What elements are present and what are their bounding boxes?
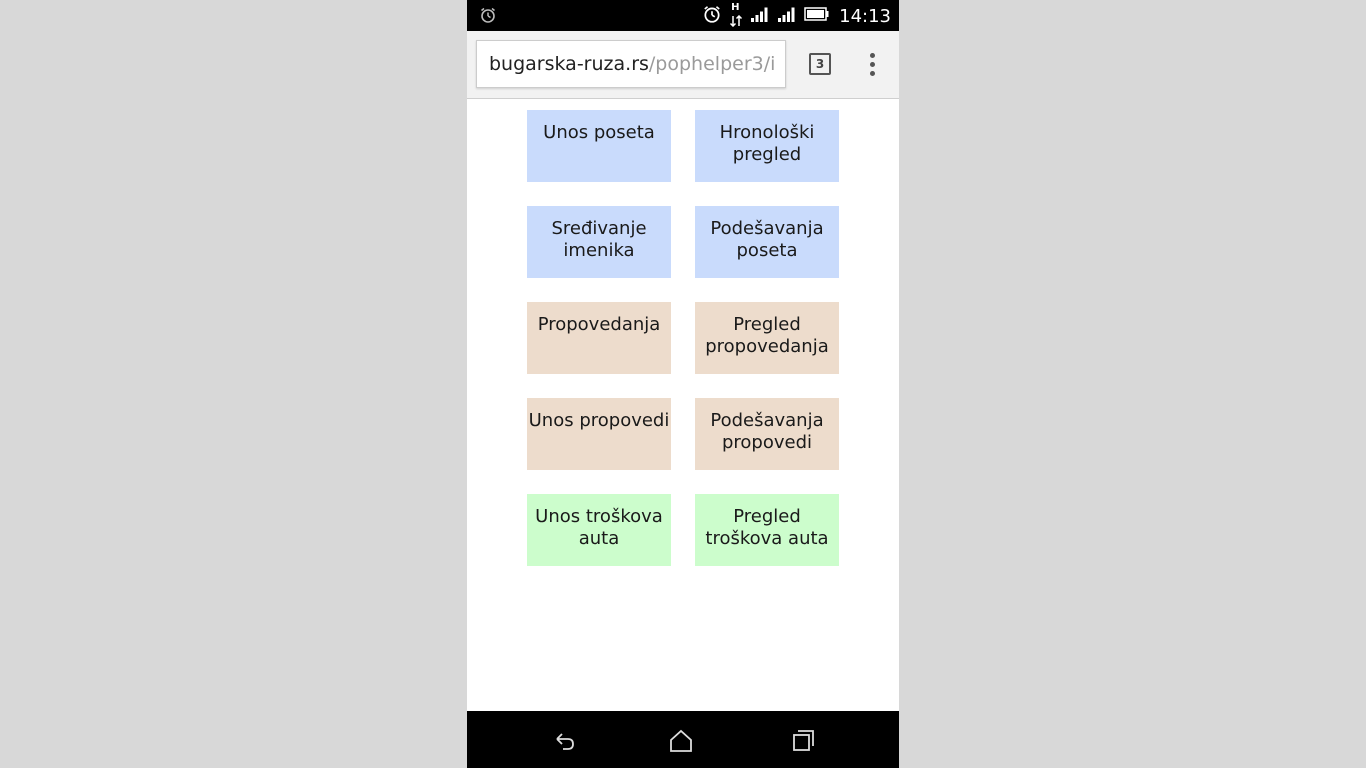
pregled-propovedanja-button[interactable]: Pregled propovedanja <box>695 302 839 374</box>
alarm-icon <box>702 4 722 28</box>
podesavanja-poseta-button[interactable]: Podešavanja poseta <box>695 206 839 278</box>
podesavanja-propovedi-button[interactable]: Podešavanja propovedi <box>695 398 839 470</box>
status-bar: H 14:13 <box>467 0 899 31</box>
signal-icon <box>750 6 770 26</box>
page-content: Unos poseta Hronološki pregled Sređivanj… <box>467 99 899 711</box>
phone-screen: H 14:13 bugarska-ruza.rs/pophelper3/i 3 … <box>467 0 899 768</box>
url-bar[interactable]: bugarska-ruza.rs/pophelper3/i <box>476 40 786 88</box>
url-host: bugarska-ruza.rs <box>489 53 649 75</box>
recents-icon[interactable] <box>789 727 817 755</box>
alarm-status-icon <box>479 6 497 28</box>
unos-troskova-auta-button[interactable]: Unos troškova auta <box>527 494 671 566</box>
hronoloski-pregled-button[interactable]: Hronološki pregled <box>695 110 839 182</box>
back-icon[interactable] <box>551 727 579 755</box>
pregled-troskova-auta-button[interactable]: Pregled troškova auta <box>695 494 839 566</box>
sredivanje-imenika-button[interactable]: Sređivanje imenika <box>527 206 671 278</box>
status-time: 14:13 <box>839 5 891 27</box>
navigation-bar <box>467 711 899 768</box>
data-hspa-icon: H <box>729 2 743 27</box>
propovedanja-button[interactable]: Propovedanja <box>527 302 671 374</box>
unos-poseta-button[interactable]: Unos poseta <box>527 110 671 182</box>
unos-propovedi-button[interactable]: Unos propovedi <box>527 398 671 470</box>
home-icon[interactable] <box>667 727 695 755</box>
url-path: /pophelper3/i <box>648 53 776 75</box>
browser-toolbar: bugarska-ruza.rs/pophelper3/i 3 <box>467 31 899 99</box>
overflow-menu-icon[interactable] <box>863 51 881 79</box>
network-type-label: H <box>731 2 740 13</box>
signal-icon-2 <box>777 6 797 26</box>
battery-icon <box>804 6 830 26</box>
tab-switcher-button[interactable]: 3 <box>809 53 831 75</box>
